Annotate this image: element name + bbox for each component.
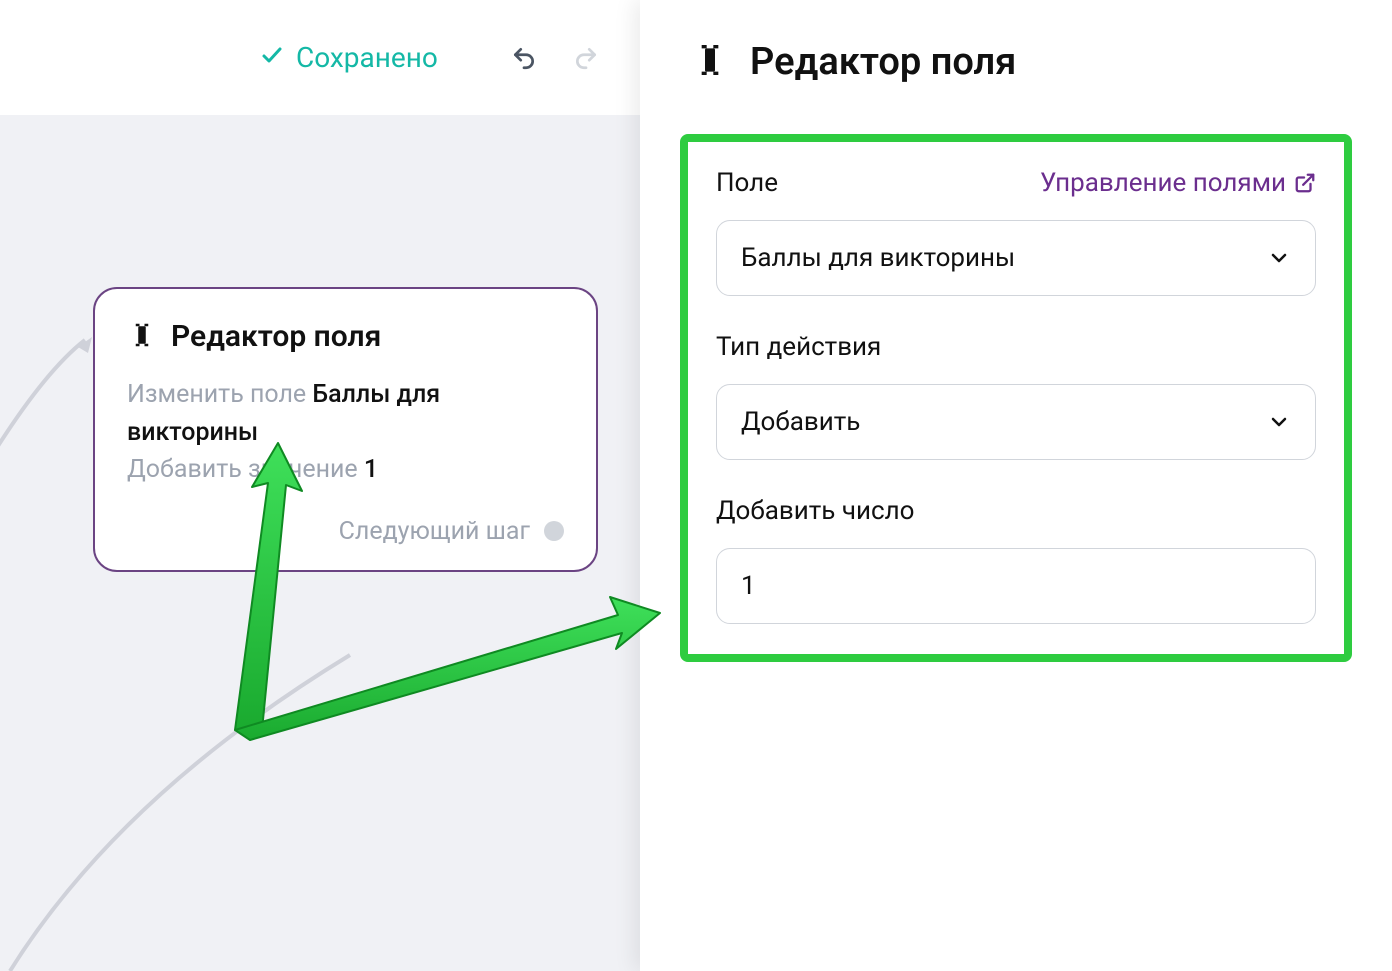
node-line2-prefix: Добавить значение: [127, 455, 364, 484]
redo-button[interactable]: [570, 42, 602, 74]
chevron-down-icon: [1267, 410, 1291, 434]
check-icon: [260, 41, 284, 74]
panel-header: Редактор поля: [640, 0, 1392, 114]
action-select-value: Добавить: [741, 407, 860, 437]
external-link-icon: [1294, 172, 1316, 194]
saved-label: Сохранено: [296, 41, 438, 74]
field-editor-icon: [690, 40, 730, 84]
action-type-select[interactable]: Добавить: [716, 384, 1316, 460]
action-type-label: Тип действия: [716, 332, 1316, 362]
field-editor-icon: [127, 320, 157, 354]
node-line1-prefix: Изменить поле: [127, 380, 312, 409]
next-step-port[interactable]: Следующий шаг: [127, 517, 564, 546]
highlight-annotation: Поле Управление полями Баллы для виктори…: [680, 134, 1352, 662]
field-select[interactable]: Баллы для викторины: [716, 220, 1316, 296]
undo-button[interactable]: [508, 42, 540, 74]
manage-fields-label: Управление полями: [1040, 168, 1286, 198]
field-select-value: Баллы для викторины: [741, 243, 1015, 273]
panel-title: Редактор поля: [750, 40, 1016, 84]
node-header: Редактор поля: [127, 319, 564, 354]
port-dot-icon[interactable]: [544, 521, 564, 541]
field-editor-node[interactable]: Редактор поля Изменить поле Баллы для ви…: [93, 287, 598, 572]
node-line2-value: 1: [364, 455, 378, 484]
undo-redo-group: [508, 42, 602, 74]
chevron-down-icon: [1267, 246, 1291, 270]
add-number-input[interactable]: [716, 548, 1316, 624]
node-body: Изменить поле Баллы для викторины Добави…: [127, 376, 564, 489]
field-label-row: Поле Управление полями: [716, 168, 1316, 198]
saved-status: Сохранено: [260, 41, 438, 74]
next-step-label: Следующий шаг: [339, 517, 530, 546]
manage-fields-link[interactable]: Управление полями: [1040, 168, 1316, 198]
node-title: Редактор поля: [171, 319, 381, 354]
add-number-label: Добавить число: [716, 496, 1316, 526]
field-label: Поле: [716, 168, 778, 198]
canvas-area[interactable]: Редактор поля Изменить поле Баллы для ви…: [0, 115, 640, 971]
field-editor-panel: Редактор поля Поле Управление полями Бал…: [640, 0, 1392, 971]
